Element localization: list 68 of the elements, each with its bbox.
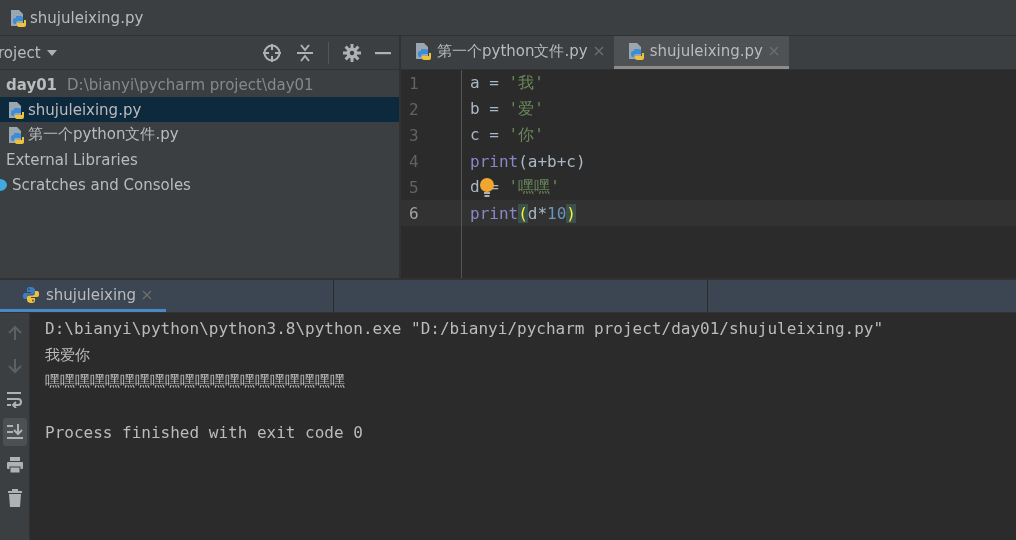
- minimize-icon: [375, 50, 391, 55]
- code-token: 10: [547, 203, 567, 223]
- console-line: 我爱你: [45, 345, 91, 366]
- editor-tab[interactable]: shujuleixing.py: [613, 36, 789, 69]
- collapse-icon: [296, 43, 314, 62]
- code-token: c: [470, 124, 480, 146]
- code-token: '你': [508, 124, 544, 146]
- line-number: 2: [401, 96, 462, 122]
- line-number: 3: [401, 122, 462, 148]
- tab-label: shujuleixing.py: [649, 42, 763, 60]
- scroll-to-end-button[interactable]: [2, 418, 27, 446]
- code-token: =: [488, 98, 500, 120]
- console-line: D:\bianyi\python\python3.8\python.exe "D:/bianyi/pycharm project/day01/shujuleixing.py": [45, 318, 885, 340]
- dropdown-caret-icon: [46, 49, 57, 56]
- code-token: (: [518, 203, 528, 223]
- line-number: 6: [401, 200, 462, 226]
- file-name: 第一个python文件.py: [28, 125, 179, 144]
- folder-path: D:\bianyi\pycharm project\day01: [67, 75, 314, 94]
- close-icon: [142, 289, 153, 300]
- tab-label: shujuleixing: [46, 285, 137, 304]
- tree-item[interactable]: 第一个python文件.py: [0, 122, 399, 147]
- panel-title[interactable]: roject: [0, 43, 41, 62]
- python-icon: [22, 285, 40, 304]
- folder-name: day01: [6, 75, 58, 94]
- console-line: Process finished with exit code 0: [45, 422, 364, 444]
- code-token: print: [470, 151, 519, 171]
- code-token: (a+b+c): [518, 151, 586, 171]
- code-token: ): [566, 203, 576, 223]
- code-token: d: [527, 203, 538, 223]
- run-tab[interactable]: shujuleixing: [0, 280, 166, 312]
- code-token: b: [470, 98, 480, 120]
- code-token: =: [488, 72, 500, 94]
- code-token: '嘿嘿': [508, 176, 560, 198]
- scroll-to-end-icon: [5, 423, 24, 441]
- tree-item[interactable]: shujuleixing.py: [0, 97, 399, 122]
- python-file-icon: [8, 125, 24, 144]
- tab-label: 第一个python文件.py: [437, 41, 588, 61]
- down-arrow-icon: [5, 357, 24, 375]
- line-number: 1: [401, 70, 462, 96]
- tree-item[interactable]: Scratches and Consoles: [0, 172, 399, 197]
- node-label: External Libraries: [6, 150, 138, 169]
- node-label: Scratches and Consoles: [12, 175, 191, 194]
- code-token: =: [488, 124, 500, 146]
- code-token: a: [470, 72, 480, 94]
- tree-item[interactable]: day01 D:\bianyi\pycharm project\day01: [0, 72, 399, 97]
- code-token: d: [470, 176, 480, 198]
- code-token: print: [470, 203, 519, 223]
- python-file-icon: [8, 100, 24, 119]
- close-icon: [768, 46, 779, 56]
- python-file-icon: [627, 42, 644, 60]
- file-name: shujuleixing.py: [28, 100, 142, 119]
- tree-item[interactable]: External Libraries: [0, 147, 399, 172]
- scratch-icon: [0, 177, 8, 192]
- code-token: '我': [508, 72, 544, 94]
- python-file-icon: [415, 42, 431, 60]
- code-token: '爱': [508, 98, 544, 120]
- editor-tab[interactable]: 第一个python文件.py: [401, 36, 614, 69]
- code-token: *: [537, 203, 548, 223]
- settings-icon: [343, 43, 361, 62]
- soft-wrap-icon: [5, 390, 24, 408]
- print-icon: [5, 456, 24, 474]
- line-number: 4: [401, 148, 462, 174]
- locate-icon: [262, 42, 282, 63]
- python-file-icon: [10, 8, 26, 27]
- close-icon: [593, 46, 604, 56]
- trash-icon: [5, 489, 24, 507]
- breadcrumb-file[interactable]: shujuleixing.py: [30, 8, 144, 27]
- console-line: 嘿嘿嘿嘿嘿嘿嘿嘿嘿嘿嘿嘿嘿嘿嘿嘿嘿嘿嘿嘿: [45, 371, 346, 392]
